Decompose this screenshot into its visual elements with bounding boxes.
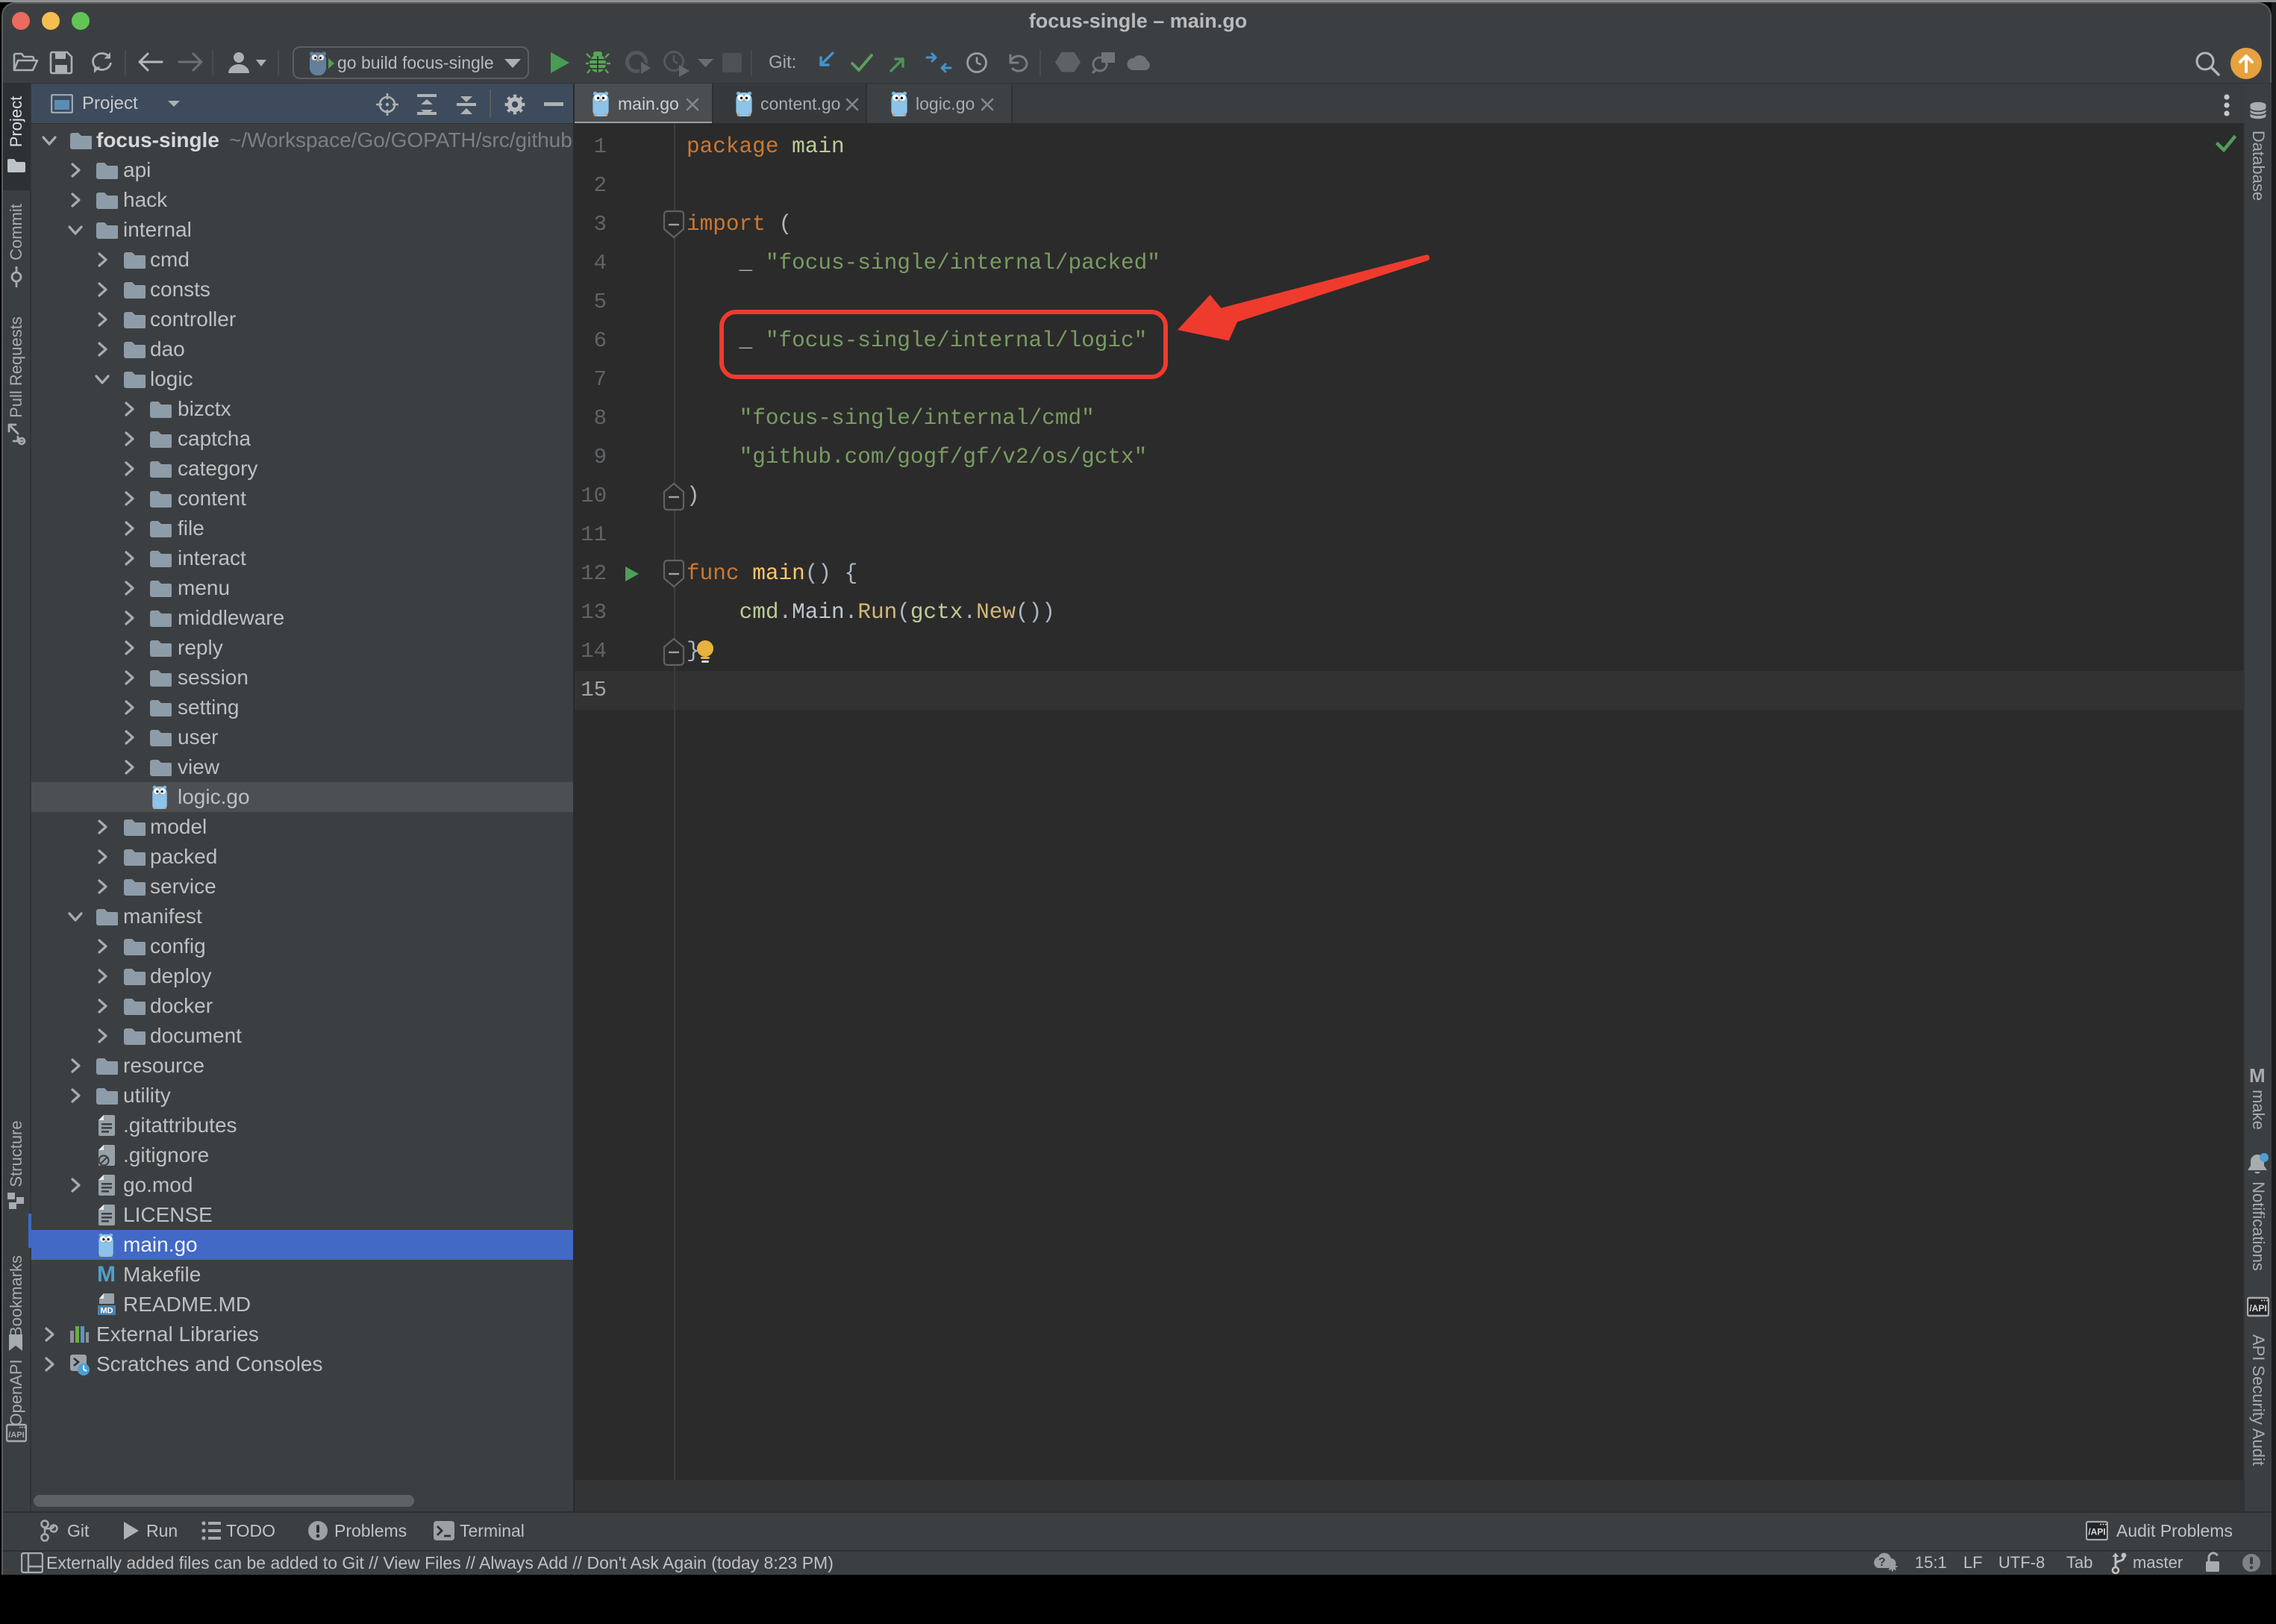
svg-text:?: ? xyxy=(1878,1556,1886,1569)
svg-text:/API: /API xyxy=(8,1431,24,1440)
svg-text:/API: /API xyxy=(2088,1527,2105,1537)
